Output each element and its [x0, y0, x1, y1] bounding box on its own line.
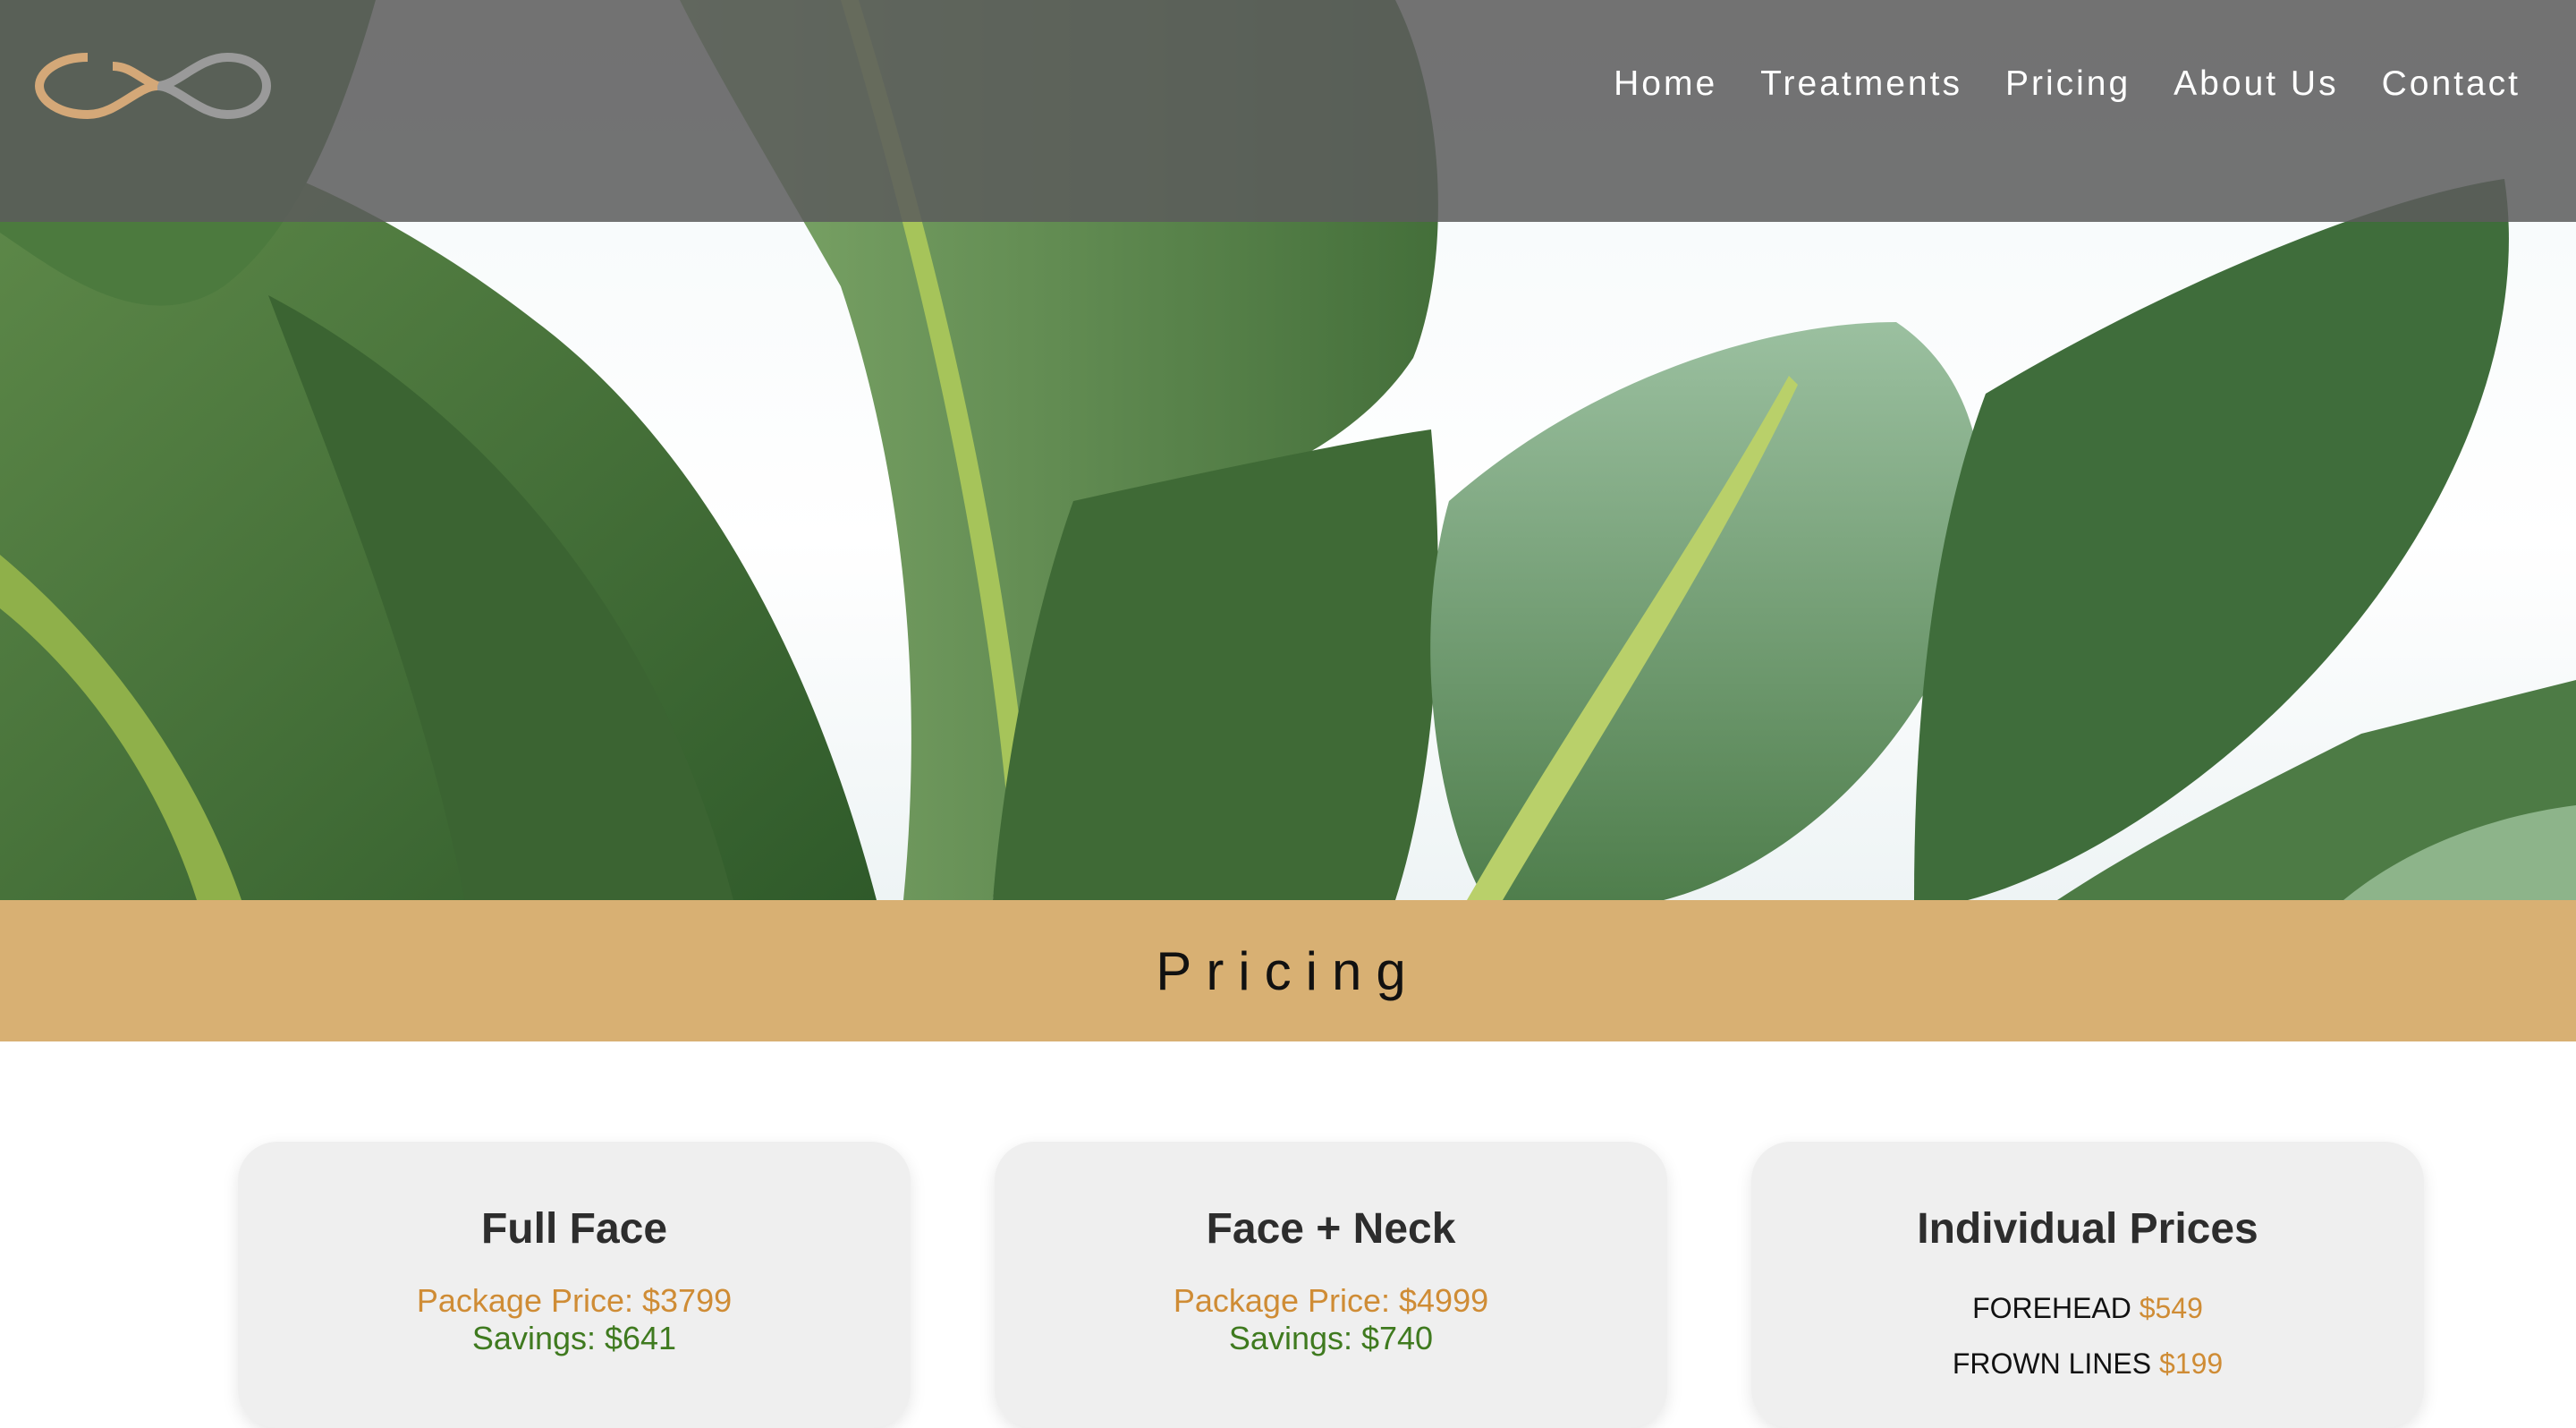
- price-label: FROWN LINES: [1952, 1347, 2152, 1380]
- nav-home[interactable]: Home: [1614, 64, 1717, 104]
- price-label: FOREHEAD: [1972, 1292, 2131, 1324]
- card-title: Individual Prices: [1917, 1205, 2258, 1253]
- page-title: Pricing: [1156, 940, 1420, 1001]
- nav-about-us[interactable]: About Us: [2174, 64, 2338, 104]
- pricing-banner: Pricing: [0, 900, 2576, 1041]
- price-value: $549: [2139, 1292, 2203, 1324]
- package-price: Package Price: $3799: [416, 1282, 733, 1319]
- nav-contact[interactable]: Contact: [2382, 64, 2521, 104]
- main-nav: Home Treatments Pricing About Us Contact: [1614, 64, 2521, 104]
- infinity-loop-logo[interactable]: [23, 41, 274, 131]
- card-title: Face + Neck: [1206, 1205, 1456, 1253]
- card-individual-prices: Individual Prices FOREHEAD $549 FROWN LI…: [1751, 1142, 2424, 1428]
- nav-treatments[interactable]: Treatments: [1760, 64, 1962, 104]
- price-row-frown-lines: FROWN LINES $199: [1751, 1345, 2424, 1382]
- card-full-face: Full Face Package Price: $3799 Savings: …: [238, 1142, 911, 1428]
- price-value: $199: [2158, 1347, 2224, 1380]
- card-face-neck: Face + Neck Package Price: $4999 Savings…: [995, 1142, 1667, 1428]
- card-title: Full Face: [480, 1205, 668, 1253]
- site-header: Home Treatments Pricing About Us Contact: [0, 0, 2576, 222]
- savings: Savings: $641: [471, 1320, 677, 1356]
- price-row-forehead: FOREHEAD $549: [1751, 1289, 2424, 1327]
- savings: Savings: $740: [1228, 1320, 1434, 1356]
- package-price: Package Price: $4999: [1173, 1282, 1489, 1319]
- nav-pricing[interactable]: Pricing: [2005, 64, 2131, 104]
